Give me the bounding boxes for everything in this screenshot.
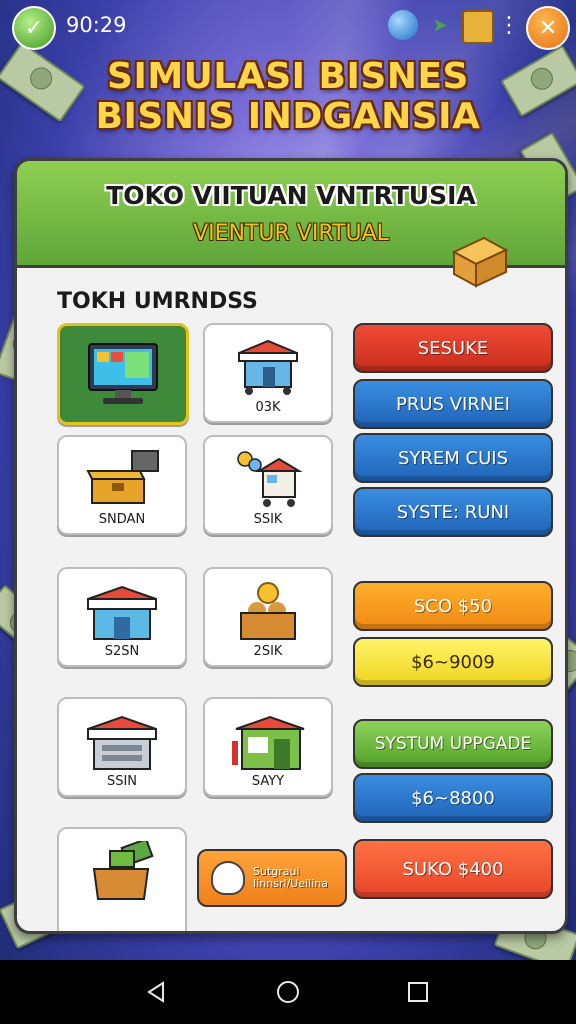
tile-label: SSIN — [106, 774, 138, 789]
more-menu-icon[interactable]: ⋮ — [498, 10, 520, 40]
tile-label: SAYY — [251, 774, 285, 789]
computer-icon — [88, 343, 158, 404]
crate-icon — [451, 236, 509, 288]
syrem-cuis-button[interactable]: SYREM CUIS — [353, 433, 553, 483]
shop-cart-icon — [238, 339, 298, 395]
tile-computer[interactable] — [57, 323, 189, 425]
close-icon[interactable]: ✕ — [526, 6, 570, 50]
badge-line2: Iinnsrl/Ueilina — [253, 877, 328, 890]
supplier-badge-button[interactable]: Sutgraui Iinnsrl/Ueilina — [197, 849, 347, 907]
tile-money-box[interactable] — [57, 827, 187, 931]
tile-coin-box[interactable]: 2SIK — [203, 567, 333, 667]
tile-shop-cart[interactable]: 03K — [203, 323, 333, 423]
suko-400-button[interactable]: SUKO $400 — [353, 839, 553, 899]
tile-label: 2SIK — [253, 644, 283, 659]
tile-chest[interactable]: SNDAN — [57, 435, 187, 535]
tile-label: S2SN — [104, 644, 140, 659]
syste-runi-button[interactable]: SYSTE: RUNI — [353, 487, 553, 537]
green-shop-icon — [232, 715, 305, 770]
game-title-line2: BISNIS INDGANSIA — [95, 96, 481, 137]
tile-label: 03K — [255, 400, 281, 415]
game-title-line1: SIMULASI BISNES — [107, 56, 469, 97]
price-8800-button[interactable]: $6~8800 — [353, 773, 553, 823]
price-9009-button[interactable]: $6~9009 — [353, 637, 553, 687]
status-bar: ✓ 90:29 ➤ ⋮ ✕ — [0, 0, 576, 52]
prus-virnei-button[interactable]: PRUS VIRNEI — [353, 379, 553, 429]
android-nav-bar — [0, 960, 576, 1024]
send-icon[interactable]: ➤ — [428, 10, 452, 40]
chest-icon — [86, 450, 159, 504]
ghost-icon — [211, 861, 245, 895]
tile-shop[interactable]: S2SN — [57, 567, 187, 667]
section-title: TOKH UMRNDSS — [57, 289, 258, 314]
tile-balloon-stall[interactable]: SSIK — [203, 435, 333, 535]
globe-icon[interactable] — [388, 10, 418, 40]
tile-label: SNDAN — [98, 512, 146, 527]
recent-apps-icon[interactable] — [404, 978, 432, 1006]
home-icon[interactable] — [274, 978, 302, 1006]
panel-title: TOKO VIITUAN VNTRTUSIA — [106, 181, 476, 210]
balloon-stall-icon — [237, 451, 303, 507]
tile-store[interactable]: SSIN — [57, 697, 187, 797]
tile-label: SSIK — [253, 512, 283, 527]
shop-icon — [87, 585, 157, 640]
money-box-icon — [92, 841, 154, 900]
tile-green-shop[interactable]: SAYY — [203, 697, 333, 797]
back-icon[interactable] — [142, 978, 170, 1006]
briefcase-icon[interactable] — [462, 10, 494, 44]
app-check-icon[interactable]: ✓ — [12, 6, 56, 50]
system-upgrade-button[interactable]: SYSTUM UPPGADE — [353, 719, 553, 769]
sesuke-button[interactable]: SESUKE — [353, 323, 553, 373]
clock: 90:29 — [66, 13, 127, 37]
store-icon — [87, 715, 157, 770]
coin-box-icon — [240, 582, 296, 640]
sco-50-button[interactable]: SCO $50 — [353, 581, 553, 631]
